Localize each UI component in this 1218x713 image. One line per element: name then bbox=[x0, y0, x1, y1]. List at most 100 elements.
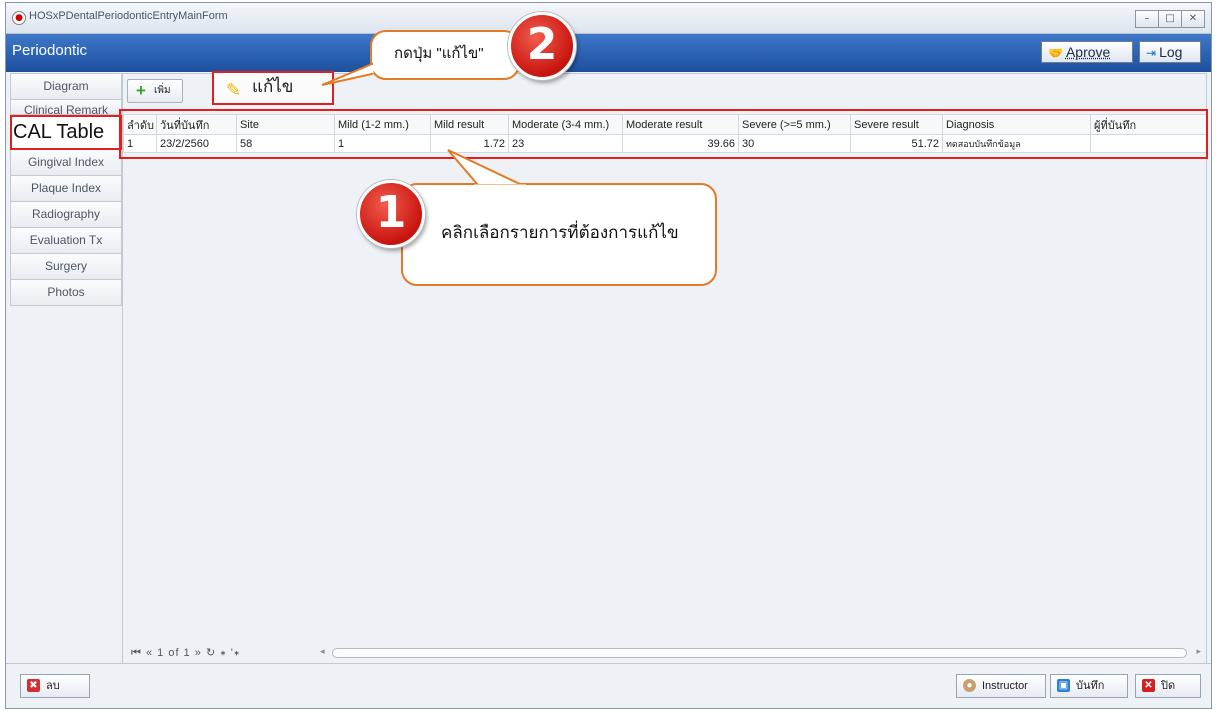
column-header[interactable]: Mild result bbox=[430, 114, 509, 135]
table-cell[interactable]: 30 bbox=[738, 134, 851, 153]
sidebar-item-plaque-index[interactable]: Plaque Index bbox=[10, 176, 122, 202]
new-record-icon[interactable]: '∗ bbox=[231, 647, 241, 659]
scroll-thumb[interactable] bbox=[332, 648, 1187, 658]
cal-table-panel: + เพิ่ม ✎ แก้ไข ลำดับ วันที่บันทึก Site … bbox=[119, 71, 1208, 666]
instructor-label: Instructor bbox=[982, 680, 1028, 692]
close-label: ปิด bbox=[1161, 680, 1176, 692]
cal-data-grid: ลำดับ วันที่บันทึก Site Mild (1-2 mm.) M… bbox=[123, 114, 1207, 153]
plus-icon: + bbox=[136, 81, 146, 100]
page-title: Periodontic bbox=[12, 42, 88, 59]
approve-button[interactable]: 🤝 Aprove bbox=[1041, 41, 1133, 63]
table-cell[interactable]: 1.72 bbox=[430, 134, 509, 153]
step2-badge: 2 bbox=[508, 12, 576, 80]
sidebar-item-label: CAL Table bbox=[13, 121, 105, 143]
step1-text: คลิกเลือกรายการที่ต้องการแก้ไข bbox=[441, 223, 679, 242]
window-controls: – □ ✕ bbox=[1135, 10, 1205, 28]
grid-pager: ⏮ « 1 of 1 » ↻ ∗ '∗ ◂ ▸ bbox=[123, 641, 1206, 665]
edit-button[interactable]: ✎ แก้ไข bbox=[212, 71, 334, 105]
sidebar: Diagram Clinical Remark CAL Table Gingiv… bbox=[10, 73, 122, 306]
table-cell[interactable] bbox=[1090, 134, 1207, 153]
form-footer: ✖ ลบ ● Instructor ▣ บันทึก ✕ ปิด bbox=[6, 663, 1211, 708]
asterisk-icon[interactable]: ∗ bbox=[220, 647, 227, 659]
handshake-icon: 🤝 bbox=[1048, 46, 1063, 60]
page-indicator: 1 of 1 bbox=[157, 647, 191, 659]
step2-callout: กดปุ่ม "แก้ไข" bbox=[370, 30, 520, 80]
table-cell[interactable]: 39.66 bbox=[622, 134, 739, 153]
step1-callout: คลิกเลือกรายการที่ต้องการแก้ไข bbox=[401, 183, 717, 286]
delete-label: ลบ bbox=[46, 680, 60, 692]
sidebar-item-cal-table[interactable]: CAL Table bbox=[10, 115, 122, 150]
app-header: Periodontic 🤝 Aprove ⇥ Log bbox=[6, 34, 1211, 72]
column-header[interactable]: ผู้ที่บันทึก bbox=[1090, 114, 1207, 135]
column-header[interactable]: Diagnosis bbox=[942, 114, 1091, 135]
pencil-icon: ✎ bbox=[226, 80, 242, 100]
user-icon: ● bbox=[963, 679, 976, 692]
prev-page-icon[interactable]: « bbox=[146, 647, 153, 659]
column-header[interactable]: Severe (>=5 mm.) bbox=[738, 114, 851, 135]
table-cell[interactable]: 23/2/2560 bbox=[156, 134, 237, 153]
app-icon: ● bbox=[12, 11, 26, 25]
table-cell[interactable]: 1 bbox=[334, 134, 431, 153]
step2-text: กดปุ่ม "แก้ไข" bbox=[394, 45, 484, 62]
save-label: บันทึก bbox=[1076, 680, 1105, 692]
maximize-button[interactable]: □ bbox=[1158, 10, 1182, 28]
sidebar-item-label: Photos bbox=[47, 285, 85, 299]
sidebar-item-label: Radiography bbox=[31, 207, 101, 221]
edit-label: แก้ไข bbox=[252, 77, 294, 96]
save-button[interactable]: ▣ บันทึก bbox=[1050, 674, 1128, 698]
minimize-button[interactable]: – bbox=[1135, 10, 1159, 28]
title-bar: ● HOSxPDentalPeriodonticEntryMainForm – … bbox=[6, 3, 1211, 34]
grid-toolbar: + เพิ่ม ✎ แก้ไข bbox=[123, 71, 1206, 105]
pager-nav: ⏮ « 1 of 1 » ↻ ∗ '∗ bbox=[131, 646, 240, 660]
sidebar-item-photos[interactable]: Photos bbox=[10, 280, 122, 306]
column-header[interactable]: Moderate result bbox=[622, 114, 739, 135]
main-window: ● HOSxPDentalPeriodonticEntryMainForm – … bbox=[5, 2, 1212, 709]
log-label: Log bbox=[1159, 44, 1183, 60]
sidebar-item-label: Diagram bbox=[43, 79, 89, 93]
column-header[interactable]: Site bbox=[236, 114, 335, 135]
save-icon: ▣ bbox=[1057, 679, 1070, 692]
sidebar-item-diagram[interactable]: Diagram bbox=[10, 73, 122, 100]
close-window-button[interactable]: ✕ bbox=[1181, 10, 1205, 28]
approve-label: Aprove bbox=[1065, 44, 1111, 60]
grid-header-row: ลำดับ วันที่บันทึก Site Mild (1-2 mm.) M… bbox=[123, 114, 1207, 135]
add-button[interactable]: + เพิ่ม bbox=[127, 79, 183, 103]
window-title: HOSxPDentalPeriodonticEntryMainForm bbox=[29, 10, 228, 22]
close-button[interactable]: ✕ ปิด bbox=[1135, 674, 1201, 698]
delete-icon: ✖ bbox=[27, 679, 40, 692]
table-cell[interactable]: 1 bbox=[123, 134, 157, 153]
add-label: เพิ่ม bbox=[154, 85, 171, 96]
column-header[interactable]: Mild (1-2 mm.) bbox=[334, 114, 431, 135]
log-icon: ⇥ bbox=[1146, 46, 1157, 60]
column-header[interactable]: Moderate (3-4 mm.) bbox=[508, 114, 623, 135]
table-cell[interactable]: 23 bbox=[508, 134, 623, 153]
refresh-icon[interactable]: ↻ bbox=[206, 647, 216, 659]
scroll-left-icon[interactable]: ◂ bbox=[320, 646, 325, 657]
table-cell[interactable]: 51.72 bbox=[850, 134, 943, 153]
delete-button[interactable]: ✖ ลบ bbox=[20, 674, 90, 698]
sidebar-item-label: Plaque Index bbox=[30, 181, 102, 195]
sidebar-item-radiography[interactable]: Radiography bbox=[10, 202, 122, 228]
sidebar-item-gingival-index[interactable]: Gingival Index bbox=[10, 150, 122, 176]
instructor-button[interactable]: ● Instructor bbox=[956, 674, 1046, 698]
log-button[interactable]: ⇥ Log bbox=[1139, 41, 1201, 63]
column-header[interactable]: วันที่บันทึก bbox=[156, 114, 237, 135]
close-icon: ✕ bbox=[1142, 679, 1155, 692]
sidebar-item-clinical-remark[interactable]: Clinical Remark bbox=[10, 100, 122, 115]
scroll-right-icon[interactable]: ▸ bbox=[1196, 646, 1201, 657]
sidebar-item-label: Clinical Remark bbox=[23, 103, 109, 115]
table-row[interactable]: 1 23/2/2560 58 1 1.72 23 39.66 30 51.72 … bbox=[123, 134, 1207, 153]
table-cell[interactable]: 58 bbox=[236, 134, 335, 153]
sidebar-item-label: Evaluation Tx bbox=[29, 233, 103, 247]
horizontal-scrollbar[interactable]: ◂ ▸ bbox=[318, 646, 1201, 658]
column-header[interactable]: Severe result bbox=[850, 114, 943, 135]
column-header[interactable]: ลำดับ bbox=[123, 114, 157, 135]
sidebar-item-evaluation-tx[interactable]: Evaluation Tx bbox=[10, 228, 122, 254]
sidebar-item-surgery[interactable]: Surgery bbox=[10, 254, 122, 280]
table-cell[interactable]: ทดสอบบันทึกข้อมูล bbox=[942, 134, 1091, 153]
sidebar-item-label: Surgery bbox=[44, 259, 88, 273]
sidebar-item-label: Gingival Index bbox=[27, 155, 105, 169]
first-page-icon[interactable]: ⏮ bbox=[131, 647, 142, 659]
step1-badge: 1 bbox=[357, 180, 425, 248]
next-page-icon[interactable]: » bbox=[195, 647, 202, 659]
